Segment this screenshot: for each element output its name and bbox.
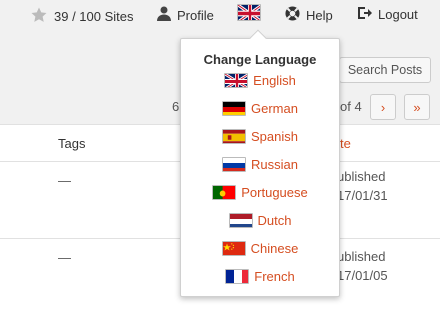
date-cell: 17/01/05 — [337, 268, 388, 283]
dropdown-title: Change Language — [203, 52, 317, 67]
status-cell: ublished — [337, 169, 386, 184]
logout-icon — [357, 6, 372, 23]
sites-count-text: 39 / 100 Sites — [54, 9, 134, 24]
language-label: English — [253, 72, 296, 88]
language-label: French — [254, 268, 295, 284]
date-cell: 17/01/31 — [337, 188, 388, 203]
language-option-german[interactable]: German — [181, 97, 339, 119]
language-label: Chinese — [250, 240, 299, 256]
help-label: Help — [306, 7, 333, 23]
language-option-chinese[interactable]: Chinese — [181, 237, 339, 259]
france-flag-icon — [225, 268, 250, 284]
language-option-english[interactable]: English — [181, 69, 339, 91]
last-page-button[interactable]: » — [404, 94, 430, 120]
user-icon — [157, 6, 171, 24]
profile-label: Profile — [177, 7, 214, 23]
logout-link[interactable]: Logout — [357, 6, 418, 23]
tags-cell: — — [58, 250, 71, 265]
germany-flag-icon — [222, 100, 247, 116]
help-link[interactable]: Help — [285, 6, 333, 24]
star-icon — [30, 6, 48, 27]
uk-flag-icon — [224, 72, 249, 88]
column-header-date[interactable]: te — [340, 136, 351, 151]
language-switcher-button[interactable] — [237, 4, 261, 21]
language-label: Portuguese — [241, 184, 308, 200]
column-header-tags: Tags — [58, 136, 86, 151]
portugal-flag-icon — [212, 184, 237, 200]
tags-cell: — — [58, 173, 71, 188]
uk-flag-icon — [237, 4, 261, 21]
language-label: Spanish — [251, 128, 298, 144]
russia-flag-icon — [222, 156, 247, 172]
top-bar: 39 / 100 Sites Profile Help Logout — [0, 0, 440, 30]
next-page-button[interactable]: › — [370, 94, 396, 120]
language-option-dutch[interactable]: Dutch — [181, 209, 339, 231]
language-option-spanish[interactable]: Spanish — [181, 125, 339, 147]
language-dropdown: Change Language English German Spanish R… — [180, 29, 340, 297]
spain-flag-icon — [222, 128, 246, 144]
status-cell: ublished — [337, 249, 386, 264]
language-label: Russian — [251, 156, 298, 172]
sites-counter: 39 / 100 Sites — [30, 6, 134, 27]
language-label: Dutch — [257, 212, 292, 228]
profile-link[interactable]: Profile — [157, 6, 214, 24]
language-option-french[interactable]: French — [181, 265, 339, 287]
language-label: German — [251, 100, 298, 116]
pagination-of-text: of 4 — [340, 99, 362, 114]
search-posts-button[interactable]: Search Posts — [339, 57, 431, 83]
language-option-russian[interactable]: Russian — [181, 153, 339, 175]
china-flag-icon — [221, 240, 246, 256]
logout-label: Logout — [378, 7, 418, 22]
pagination-count-partial: 6 — [172, 99, 180, 114]
dropdown-arrow — [249, 29, 267, 47]
lifebuoy-icon — [285, 6, 300, 24]
netherlands-flag-icon — [228, 212, 253, 228]
language-option-portuguese[interactable]: Portuguese — [181, 181, 339, 203]
